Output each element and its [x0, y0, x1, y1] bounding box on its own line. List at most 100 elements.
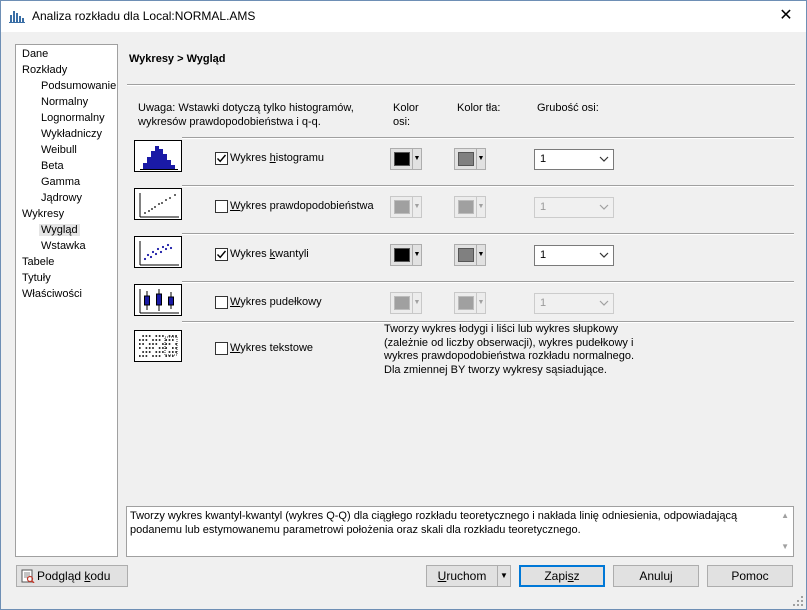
axis-color-picker[interactable]: ▼ [390, 292, 422, 314]
row-separator [182, 281, 794, 283]
axis-thickness-select[interactable]: 1 [534, 197, 614, 218]
preview-code-button[interactable]: Podgląd kodu [16, 565, 128, 587]
save-label-3: z [573, 569, 580, 583]
panel-title: Wykresy > Wygląd [129, 53, 226, 65]
separator [127, 84, 795, 86]
label-accelerator: W [230, 342, 241, 354]
label-accelerator: W [230, 200, 241, 212]
axis-thickness-value: 1 [540, 249, 547, 261]
nav-item[interactable]: Tabele [22, 256, 54, 268]
nav-item[interactable]: Dane [22, 48, 48, 60]
background-color-picker[interactable]: ▼ [454, 244, 486, 266]
axis-color-picker[interactable]: ▼ [390, 148, 422, 170]
color-swatch [458, 152, 474, 166]
nav-item[interactable]: Właściwości [22, 288, 82, 300]
color-swatch [458, 200, 474, 214]
color-swatch [458, 248, 474, 262]
nav-item[interactable]: Rozkłady [22, 64, 67, 76]
label-part: ykres tekstowe [240, 342, 314, 354]
chevron-down-icon: ▼ [412, 245, 421, 265]
chevron-down-icon: ▼ [476, 149, 485, 169]
help-text-box: Tworzy wykres kwantyl-kwantyl (wykres Q-… [126, 506, 794, 557]
label-part: ykres pudełkowy [240, 296, 322, 308]
resize-grip-icon[interactable] [792, 595, 804, 607]
scroll-up-icon[interactable]: ▲ [781, 509, 789, 523]
color-swatch [458, 296, 474, 310]
dialog-window: Analiza rozkładu dla Local:NORMAL.AMS ✕ … [0, 0, 807, 610]
background-color-picker[interactable]: ▼ [454, 196, 486, 218]
note-text: Uwaga: Wstawki dotyczą tylko histogramów… [138, 102, 354, 128]
plot-checkbox-label[interactable]: Wykres tekstowe [230, 342, 313, 354]
nav-item[interactable]: Tytuły [22, 272, 51, 284]
nav-item[interactable]: Jądrowy [41, 192, 82, 204]
nav-item[interactable]: Gamma [41, 176, 80, 188]
row-separator [182, 233, 794, 235]
help-button[interactable]: Pomoc [707, 565, 793, 587]
cancel-button[interactable]: Anuluj [613, 565, 699, 587]
quantile-plot-icon [134, 236, 182, 268]
background-color-picker[interactable]: ▼ [454, 148, 486, 170]
plot-checkbox-label[interactable]: Wykres pudełkowy [230, 296, 322, 308]
run-label-3: ruchom [446, 569, 487, 583]
text-plot-description: Tworzy wykres łodygi i liści lub wykres … [384, 323, 635, 376]
chevron-down-icon: ▼ [412, 197, 421, 217]
color-swatch [394, 248, 410, 262]
code-preview-icon [21, 569, 35, 583]
axis-thickness-select[interactable]: 1 [534, 245, 614, 266]
chevron-down-icon [599, 204, 609, 210]
background-color-header: Kolor tła: [457, 102, 501, 114]
chevron-down-icon: ▼ [412, 149, 421, 169]
chevron-down-icon: ▼ [412, 293, 421, 313]
window-title: Analiza rozkładu dla Local:NORMAL.AMS [32, 9, 256, 23]
run-button[interactable]: Uruchom [426, 565, 498, 587]
plot-checkbox[interactable] [215, 296, 228, 309]
close-icon[interactable]: ✕ [775, 5, 797, 27]
nav-item[interactable]: Lognormalny [41, 112, 105, 124]
chevron-down-icon: ▼ [476, 245, 485, 265]
axis-thickness-select[interactable]: 1 [534, 293, 614, 314]
nav-item[interactable]: Wykresy [22, 208, 64, 220]
nav-item[interactable]: Wygląd [39, 224, 80, 236]
nav-item[interactable]: Weibull [41, 144, 77, 156]
nav-item[interactable]: Wstawka [41, 240, 86, 252]
run-dropdown-button[interactable]: ▼ [497, 565, 511, 587]
nav-item[interactable]: Podsumowanie [41, 80, 116, 92]
help-text: Tworzy wykres kwantyl-kwantyl (wykres Q-… [130, 510, 738, 536]
scroll-down-icon[interactable]: ▼ [781, 540, 789, 554]
axis-thickness-select[interactable]: 1 [534, 149, 614, 170]
label-part: Wykres [230, 248, 270, 260]
plot-checkbox[interactable] [215, 200, 228, 213]
preview-label-1: Podgląd [37, 569, 85, 583]
background-color-picker[interactable]: ▼ [454, 292, 486, 314]
nav-item[interactable]: Normalny [41, 96, 88, 108]
label-accelerator: W [230, 296, 241, 308]
label-part: wantyli [275, 248, 309, 260]
axis-color-picker[interactable]: ▼ [390, 244, 422, 266]
label-part: Wykres [230, 152, 270, 164]
app-chart-icon [9, 11, 25, 23]
chevron-down-icon [599, 156, 609, 162]
save-button[interactable]: Zapisz [519, 565, 605, 587]
checkmark-icon [216, 250, 227, 259]
chevron-down-icon: ▼ [476, 293, 485, 313]
options-tree: Dane Rozkłady Podsumowanie Normalny Lognorma… [15, 44, 118, 557]
nav-item[interactable]: Wykładniczy [41, 128, 102, 140]
plot-checkbox-label[interactable]: Wykres histogramu [230, 152, 324, 164]
probability-plot-icon [134, 188, 182, 220]
row-separator [182, 137, 794, 139]
label-part: istogramu [275, 152, 325, 164]
row-separator [182, 185, 794, 187]
color-swatch [394, 296, 410, 310]
plot-checkbox[interactable] [215, 342, 228, 355]
text-plot-icon [134, 330, 182, 362]
axis-thickness-value: 1 [540, 153, 547, 165]
axis-color-header: Kolor osi: [393, 102, 419, 128]
plot-checkbox[interactable] [215, 152, 228, 165]
plot-checkbox-label[interactable]: Wykres prawdopodobieństwa [230, 200, 374, 212]
axis-color-picker[interactable]: ▼ [390, 196, 422, 218]
color-swatch [394, 152, 410, 166]
nav-item[interactable]: Beta [41, 160, 64, 172]
plot-checkbox-label[interactable]: Wykres kwantyli [230, 248, 309, 260]
axis-thickness-header: Grubość osi: [537, 102, 599, 114]
plot-checkbox[interactable] [215, 248, 228, 261]
